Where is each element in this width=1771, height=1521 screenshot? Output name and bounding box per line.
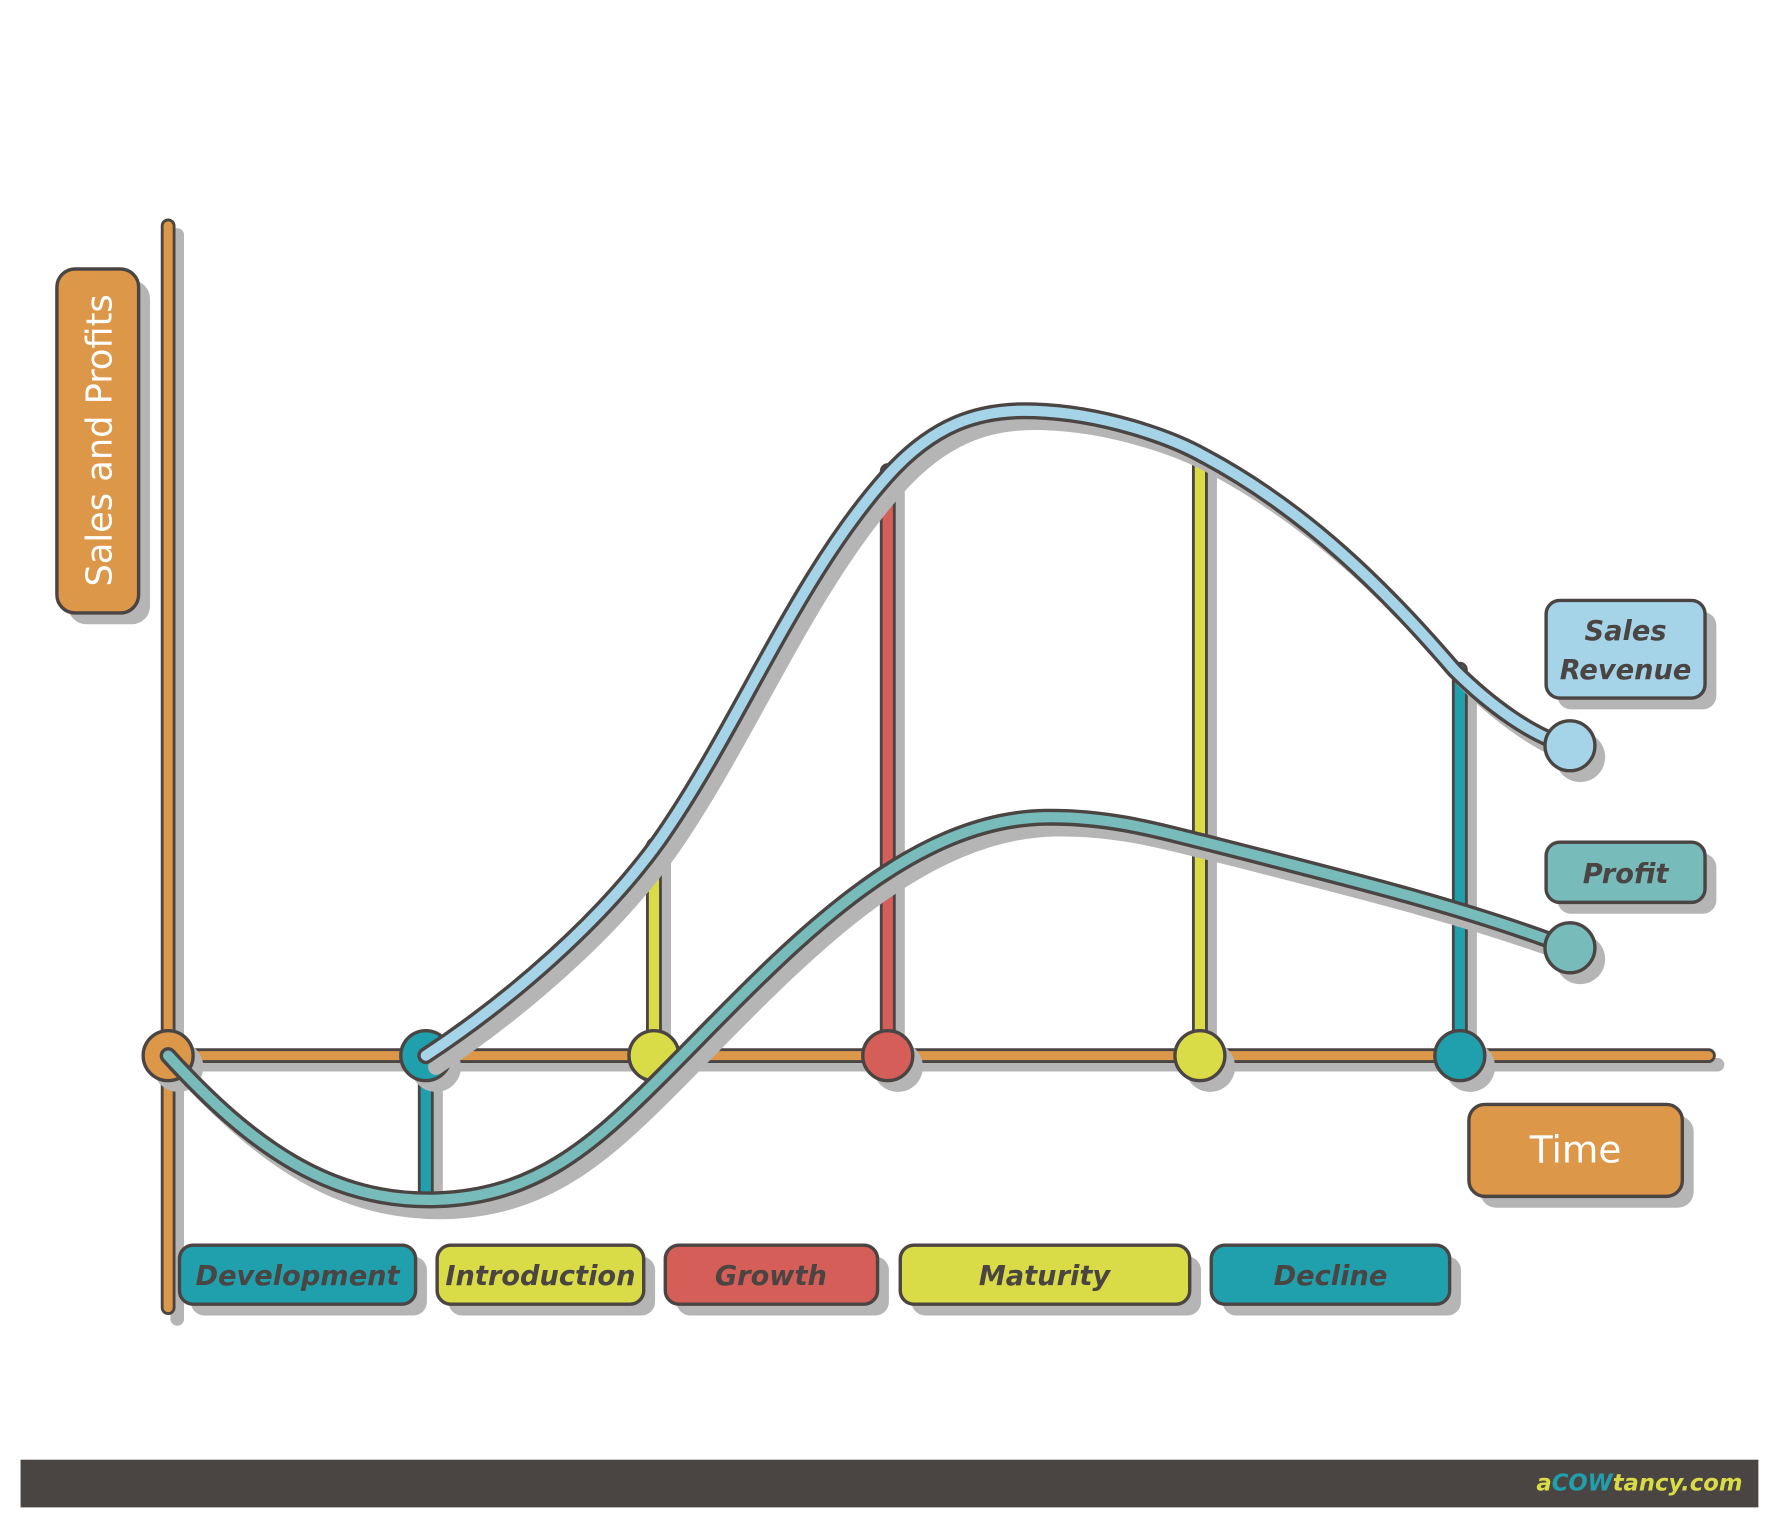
phase-growth: Growth bbox=[663, 1243, 889, 1316]
stem-maturity bbox=[1191, 451, 1217, 1074]
sales-revenue-curve bbox=[417, 402, 1589, 1075]
profit-end-dot bbox=[1543, 921, 1597, 975]
y-axis-label: Sales and Profits bbox=[79, 294, 120, 586]
stem-growth bbox=[879, 463, 905, 1074]
node-decline bbox=[1433, 1028, 1487, 1083]
footer-logo: aCOWtancy.com bbox=[1536, 1470, 1742, 1496]
phase-introduction: Introduction bbox=[435, 1243, 656, 1316]
svg-text:Maturity: Maturity bbox=[979, 1261, 1112, 1292]
node-maturity bbox=[1173, 1028, 1227, 1083]
svg-text:Decline: Decline bbox=[1274, 1261, 1388, 1292]
phase-development: Development bbox=[177, 1243, 427, 1316]
svg-text:Revenue: Revenue bbox=[1560, 655, 1692, 686]
footer-bar bbox=[20, 1459, 1759, 1508]
stem-decline bbox=[1451, 661, 1477, 1074]
profit-label: Profit bbox=[1544, 840, 1717, 914]
svg-text:Development: Development bbox=[195, 1261, 400, 1292]
svg-text:Sales: Sales bbox=[1585, 616, 1667, 647]
sales-revenue-label: Sales Revenue bbox=[1544, 598, 1717, 710]
x-axis-label: Time bbox=[1529, 1127, 1622, 1171]
svg-text:Introduction: Introduction bbox=[445, 1261, 635, 1292]
product-life-cycle-diagram: Sales and Profits Time Sales Revenue Pro… bbox=[20, 218, 1759, 1508]
y-axis-label-box: Sales and Profits bbox=[55, 267, 150, 625]
sales-end-dot bbox=[1543, 719, 1597, 773]
node-growth bbox=[861, 1028, 915, 1083]
phase-maturity: Maturity bbox=[898, 1243, 1202, 1316]
svg-text:Profit: Profit bbox=[1583, 859, 1670, 890]
svg-text:Growth: Growth bbox=[715, 1261, 827, 1292]
phase-decline: Decline bbox=[1209, 1243, 1461, 1316]
x-axis-label-box: Time bbox=[1467, 1102, 1694, 1208]
profit-curve bbox=[159, 808, 1589, 1220]
